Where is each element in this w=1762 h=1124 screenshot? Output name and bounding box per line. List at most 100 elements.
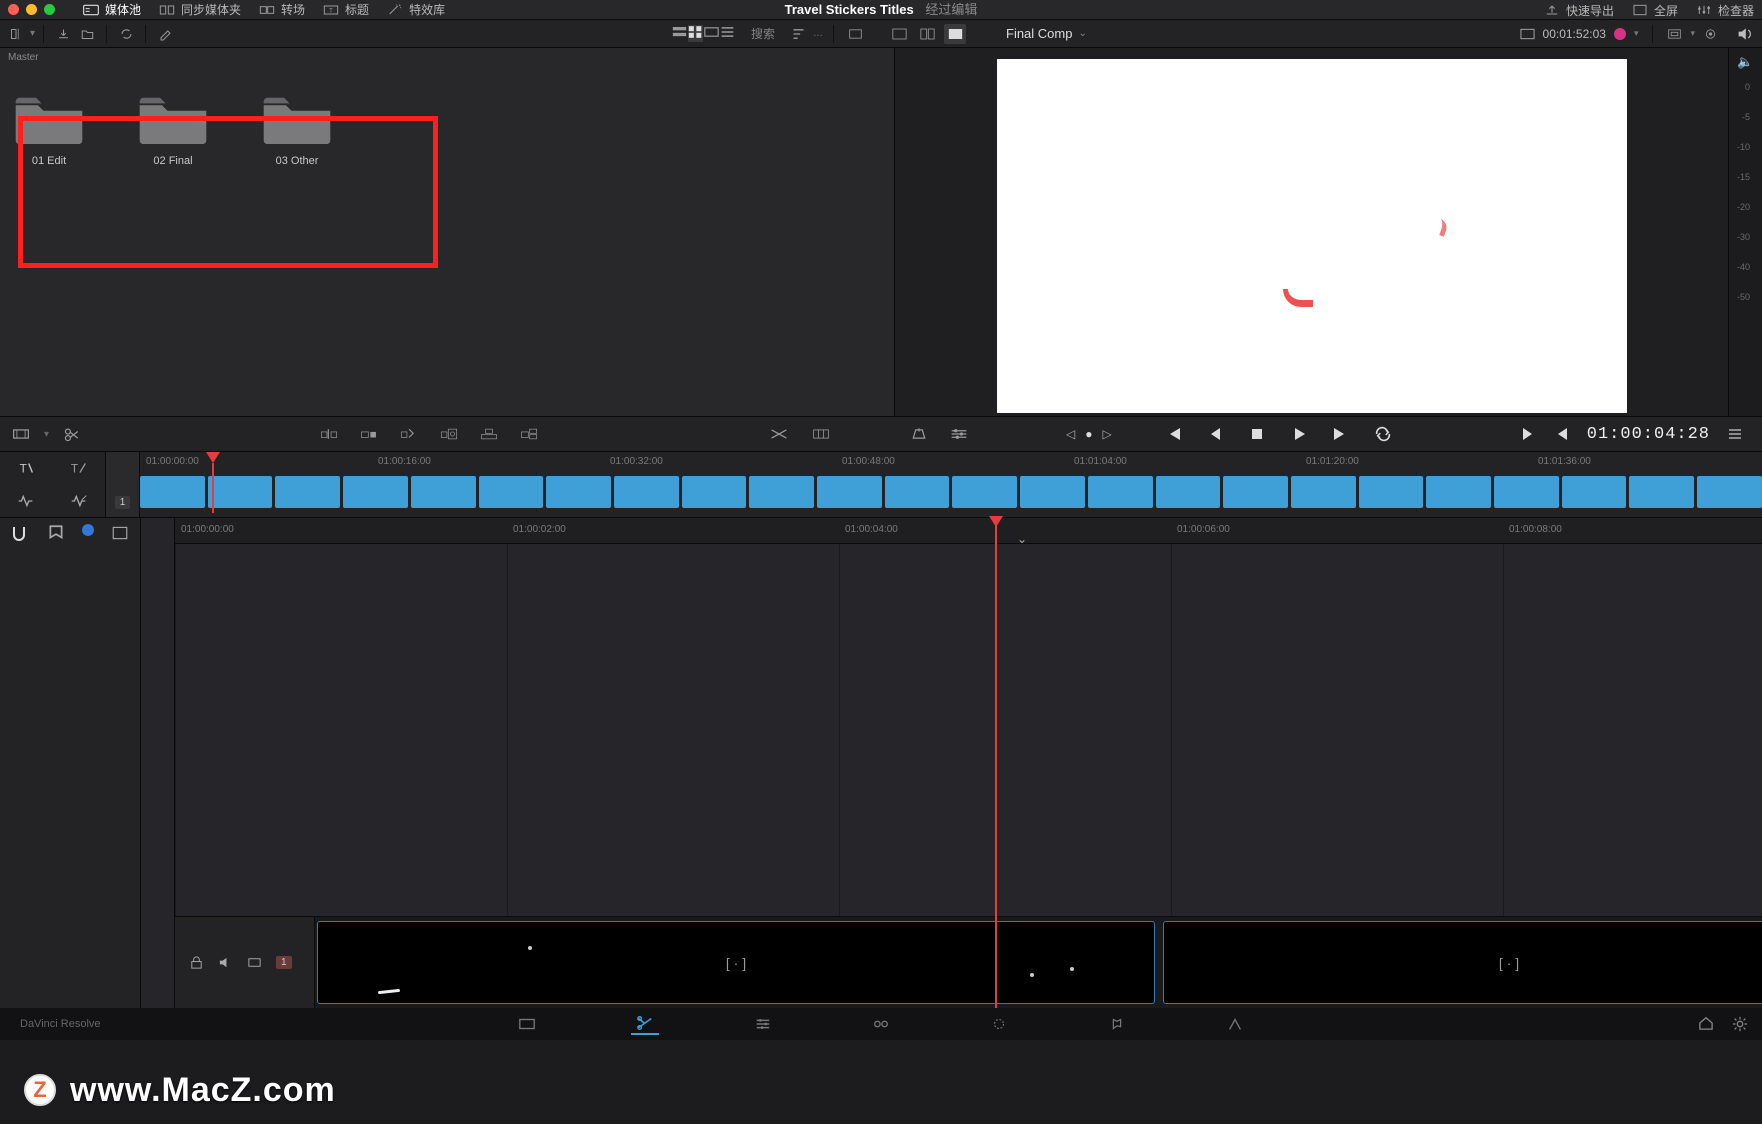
thumbnail-clip[interactable] — [1629, 476, 1694, 508]
transitions-tab[interactable]: 转场 — [259, 0, 305, 19]
thumbnail-clip[interactable] — [614, 476, 679, 508]
stop-icon[interactable] — [1248, 426, 1266, 442]
speaker-icon[interactable] — [1737, 27, 1753, 41]
next-marker-icon[interactable]: ▷ — [1102, 427, 1111, 441]
marker-color-icon[interactable] — [82, 524, 94, 536]
lower-ruler[interactable]: 01:00:00:00 01:00:02:00 01:00:04:00 01:0… — [175, 518, 1762, 544]
zoom-button[interactable] — [844, 24, 866, 44]
viewer-timeline-name[interactable]: Final Comp ⌄ — [1006, 26, 1087, 41]
window-controls[interactable] — [8, 4, 55, 15]
quick-export-button[interactable]: 快速导出 — [1544, 0, 1614, 20]
speaker-icon[interactable]: 🔈 — [1737, 54, 1753, 70]
upper-track-header[interactable]: 1 — [106, 452, 140, 517]
thumbnail-clip[interactable] — [817, 476, 882, 508]
folder-item[interactable]: 01 Edit — [12, 93, 86, 167]
prev-marker-icon[interactable]: ◁ — [1066, 427, 1075, 441]
lower-playhead[interactable] — [995, 518, 997, 1008]
transition-icon[interactable] — [770, 426, 788, 442]
viewer-timecode[interactable]: 01:00:04:28 — [1587, 425, 1710, 444]
thumbnail-clip[interactable] — [1494, 476, 1559, 508]
step-back-icon[interactable] — [1206, 426, 1224, 442]
lock-icon[interactable] — [189, 955, 204, 970]
cut-tools-icon[interactable] — [812, 426, 830, 442]
play-icon[interactable] — [1290, 426, 1308, 442]
viewer-canvas[interactable] — [997, 59, 1627, 413]
media-pool-tab[interactable]: 媒体池 — [83, 0, 141, 19]
edit-page-icon[interactable] — [749, 1013, 777, 1035]
scopes-icon[interactable] — [1703, 27, 1718, 41]
home-icon[interactable] — [1698, 1016, 1714, 1030]
thumbnail-clip[interactable] — [952, 476, 1017, 508]
video-tracks-area[interactable] — [175, 544, 1762, 916]
boring-detector-icon[interactable] — [12, 426, 30, 442]
source-overwrite-icon[interactable] — [520, 426, 538, 442]
list-view-button[interactable] — [720, 25, 735, 42]
timeline-clip[interactable]: [ · ] — [1163, 921, 1762, 1004]
maximize-window-icon[interactable] — [44, 4, 55, 15]
thumbnail-clip[interactable] — [1562, 476, 1627, 508]
upper-ruler[interactable]: 01:00:00:00 01:00:16:00 01:00:32:00 01:0… — [140, 452, 1762, 474]
thumbnail-clip[interactable] — [885, 476, 950, 508]
minimize-window-icon[interactable] — [26, 4, 37, 15]
thumbnail-clip[interactable] — [411, 476, 476, 508]
titles-tab[interactable]: T 标题 — [323, 0, 369, 19]
upper-playhead-icon[interactable] — [206, 452, 220, 463]
breadcrumb[interactable]: Master — [0, 48, 894, 67]
fairlight-page-icon[interactable] — [1103, 1013, 1131, 1035]
clip-thumbs-row[interactable] — [140, 474, 1762, 508]
timeline-menu-icon[interactable] — [1726, 426, 1744, 442]
viewer-mode-b-button[interactable] — [916, 24, 938, 44]
sync-button[interactable] — [115, 24, 137, 44]
sync-lock-icon[interactable] — [910, 426, 928, 442]
audio-trim-icon[interactable] — [69, 492, 89, 510]
thumbnail-clip[interactable] — [343, 476, 408, 508]
chevron-down-icon[interactable]: ⌄ — [1017, 532, 1027, 546]
view-mode-toggle[interactable] — [672, 25, 735, 42]
text-tool-a-icon[interactable]: T — [16, 459, 36, 477]
folder-item[interactable]: 02 Final — [136, 93, 210, 167]
append-icon[interactable] — [360, 426, 378, 442]
snapping-icon[interactable] — [10, 524, 30, 542]
edit-button[interactable] — [154, 24, 176, 44]
color-page-icon[interactable] — [985, 1013, 1013, 1035]
thumbnail-clip[interactable] — [1291, 476, 1356, 508]
gear-icon[interactable] — [1732, 1016, 1748, 1032]
smart-insert-icon[interactable] — [320, 426, 338, 442]
jump-next-edit-icon[interactable] — [1519, 426, 1537, 442]
thumbnail-clip[interactable] — [1697, 476, 1762, 508]
video-track-icon[interactable] — [247, 955, 262, 970]
effects-tab[interactable]: 特效库 — [387, 0, 445, 19]
composite-clips-strip[interactable]: [ · ] [ · ] [ · ] — [315, 917, 1762, 1008]
thumbnail-clip[interactable] — [208, 476, 273, 508]
import-folder-button[interactable] — [76, 24, 98, 44]
sync-bin-tab[interactable]: 同步媒体夹 — [159, 0, 241, 19]
loop-icon[interactable] — [1374, 426, 1392, 442]
thumbnail-clip[interactable] — [1156, 476, 1221, 508]
search-field[interactable]: 搜索 — [739, 25, 787, 42]
bin-list-button[interactable] — [6, 24, 28, 44]
fusion-page-icon[interactable] — [867, 1013, 895, 1035]
upper-timeline-area[interactable]: 01:00:00:00 01:00:16:00 01:00:32:00 01:0… — [140, 452, 1762, 517]
sound-icon[interactable] — [218, 955, 233, 970]
viewer-mode-c-button[interactable] — [944, 24, 966, 44]
folder-item[interactable]: 03 Other — [260, 93, 334, 167]
deliver-page-icon[interactable] — [1221, 1013, 1249, 1035]
close-window-icon[interactable] — [8, 4, 19, 15]
safe-area-icon[interactable] — [1667, 27, 1682, 41]
thumbnail-clip[interactable] — [140, 476, 205, 508]
thumbnail-clip[interactable] — [1359, 476, 1424, 508]
thumbnail-clip[interactable] — [749, 476, 814, 508]
marker-dot-icon[interactable]: ● — [1085, 427, 1092, 441]
thumbnail-clip[interactable] — [275, 476, 340, 508]
thumbnail-view-button[interactable] — [688, 25, 703, 42]
ripple-overwrite-icon[interactable] — [400, 426, 418, 442]
metadata-view-button[interactable] — [672, 25, 687, 42]
thumbnail-clip[interactable] — [1088, 476, 1153, 508]
step-forward-icon[interactable] — [1332, 426, 1350, 442]
playhead-handle-icon[interactable] — [989, 516, 1003, 527]
jump-start-icon[interactable] — [1164, 426, 1182, 442]
import-media-button[interactable] — [52, 24, 74, 44]
jump-prev-edit-icon[interactable] — [1553, 426, 1571, 442]
thumbnail-clip[interactable] — [1223, 476, 1288, 508]
media-page-icon[interactable] — [513, 1013, 541, 1035]
